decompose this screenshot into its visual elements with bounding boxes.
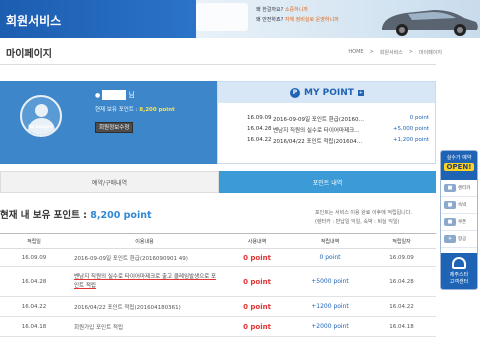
table-row: 16.09.09 2016-09-09일 포인트 환급(2016090901 4… — [0, 249, 436, 267]
tab-bar: 예약/구매내역 포인트 내역 — [0, 171, 436, 193]
avatar-caption: No Images! — [28, 124, 54, 129]
points-table: 적립일 이용내용 사용내역 적립내역 적립일자 16.09.09 2016-09… — [0, 233, 436, 337]
user-name-masked — [102, 90, 127, 100]
customer-center-button[interactable]: 제주스타 고객센터 — [441, 253, 477, 289]
page-title: 마이페이지 — [6, 49, 52, 60]
breadcrumb-mypage: 마이페이지 — [418, 50, 442, 56]
table-row: 16.04.22 2016/04/22 포인트 적립(201604180361)… — [0, 297, 436, 317]
current-point-value: 8,200 point — [139, 107, 175, 113]
user-icon: ● — [95, 91, 101, 99]
car-icon: ■ — [444, 184, 456, 192]
ad-logo — [196, 3, 248, 31]
headset-icon — [452, 257, 466, 269]
current-point-line: 현재 보유 포인트 : 8,200 point — [95, 107, 175, 113]
tab-points[interactable]: 포인트 내역 — [219, 171, 436, 193]
user-name-line: ● 님 — [95, 90, 135, 100]
tab-reservations[interactable]: 예약/구매내역 — [0, 171, 219, 193]
points-note-line-1: 포인트는 서비스 이용 완료 이후에 적립됩니다. — [315, 210, 412, 216]
more-icon[interactable]: + — [357, 89, 364, 96]
breadcrumb: HOME > 회원서비스 > 마이페이지 — [348, 49, 442, 56]
points-note-line-2: (렌터카 : 반납일 익일, 숙박 : 퇴실 익일) — [315, 219, 400, 225]
breadcrumb-member-service[interactable]: 회원서비스 — [380, 49, 403, 56]
top-banner: 회원서비스 왜 한걸까요? 소중하니까 왜 안전하죠? 자체 정비실로 운영하니… — [0, 0, 480, 38]
table-row: 16.04.18 회원가입 포인트 적립 0 point +2000 point… — [0, 317, 436, 337]
car-image — [382, 10, 478, 36]
divider — [0, 64, 436, 65]
coin-icon: P — [290, 87, 300, 98]
breadcrumb-home[interactable]: HOME — [348, 49, 363, 56]
quick-item-coupon[interactable]: ■ 쿠폰 — [441, 214, 477, 231]
points-summary-title: 현재 내 보유 포인트 : 8,200 point — [0, 210, 152, 221]
breadcrumb-separator: > — [408, 49, 413, 55]
quick-item-flight[interactable]: ✈ 항공 — [441, 231, 477, 248]
quick-item-lodging[interactable]: ■ 숙박 — [441, 197, 477, 214]
table-row: 16.04.28 벤남지 직원의 실수로 타이어마제크로 출고 클레임발생으로 … — [0, 267, 436, 297]
profile-panel: No Images! ● 님 현재 보유 포인트 : 8,200 point 회… — [0, 81, 217, 164]
ad-line-2: 왜 안전하죠? 자체 정비실로 운영하니까 — [256, 17, 339, 23]
quick-item-rentcar[interactable]: ■ 렌터카 — [441, 180, 477, 197]
breadcrumb-separator: > — [369, 49, 374, 55]
ticket-icon: ■ — [444, 218, 456, 226]
edit-profile-button[interactable]: 회원정보수정 — [95, 122, 134, 133]
my-point-title: MY POINT — [304, 87, 354, 98]
service-title: 회원서비스 — [6, 14, 62, 28]
my-point-header: P MY POINT + — [218, 82, 435, 103]
quick-menu: 실수가 예약 OPEN! ■ 렌터카 ■ 숙박 ■ 쿠폰 ✈ 항공 제주스타 고객센터 — [440, 150, 478, 290]
quick-reservation-banner[interactable]: 실수가 예약 OPEN! — [441, 151, 477, 180]
ad-banner[interactable]: 왜 한걸까요? 소중하니까 왜 안전하죠? 자체 정비실로 운영하니까 — [196, 0, 480, 38]
user-name-suffix: 님 — [128, 91, 135, 99]
table-header: 적립일 이용내용 사용내역 적립내역 적립일자 — [0, 233, 436, 249]
my-point-panel: P MY POINT + 16.09.09 2016-09-09일 포인트 환급… — [217, 81, 436, 164]
my-point-row[interactable]: 16.04.28 벤남지 직원의 실수로 타이어마제크… +5,000 poin… — [247, 126, 429, 134]
hotel-icon: ■ — [444, 201, 456, 209]
my-point-row[interactable]: 16.04.22 2016/04/22 포인트 적립(201604… +1,20… — [247, 137, 429, 145]
points-summary-value: 8,200 point — [90, 210, 152, 221]
ad-line-1: 왜 한걸까요? 소중하니까 — [256, 7, 308, 13]
plane-icon: ✈ — [444, 235, 456, 243]
avatar: No Images! — [20, 95, 62, 137]
my-point-row[interactable]: 16.09.09 2016-09-09일 포인트 환급(20160… 0 poi… — [247, 115, 429, 123]
